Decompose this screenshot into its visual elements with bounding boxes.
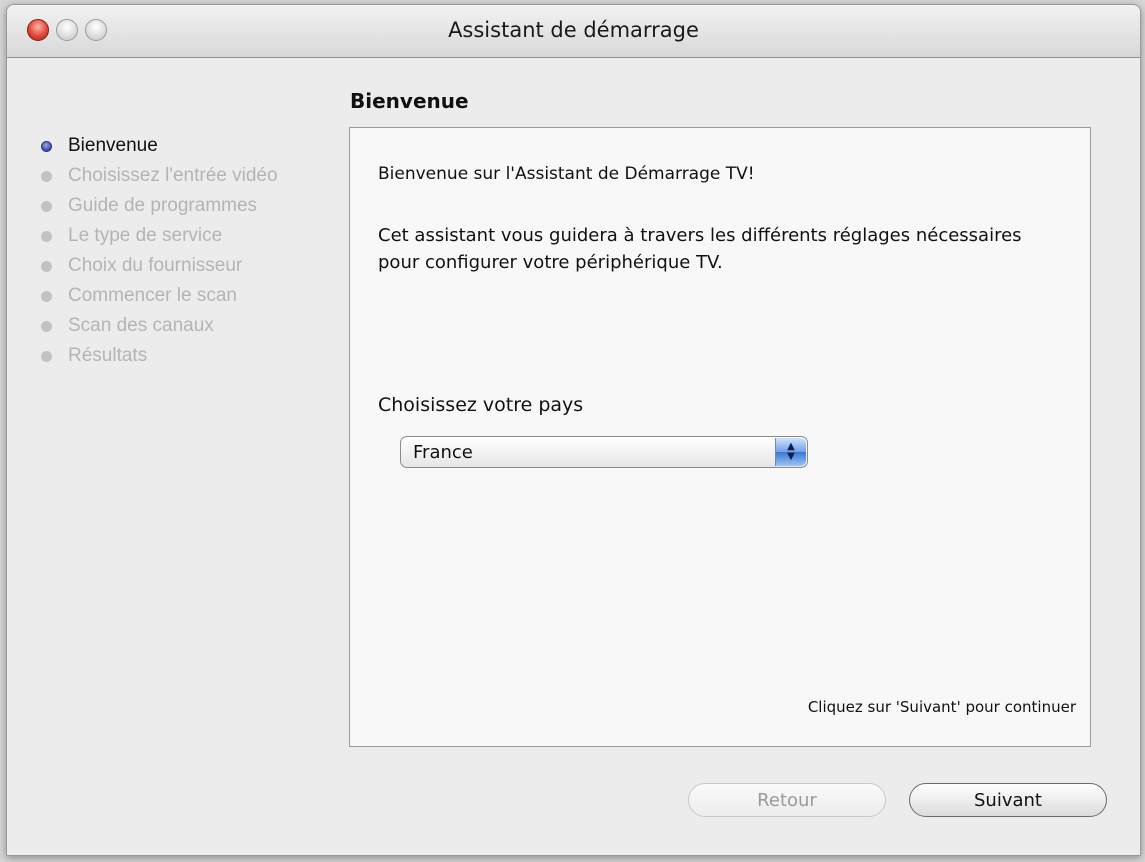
step-dot-icon — [41, 350, 52, 362]
page-title: Bienvenue — [350, 89, 469, 113]
step-dot-icon — [41, 320, 52, 332]
step-label: Scan des canaux — [68, 315, 214, 336]
continue-hint: Cliquez sur 'Suivant' pour continuer — [807, 698, 1076, 716]
step-label: Choix du fournisseur — [68, 255, 243, 276]
country-select-value: France — [413, 442, 473, 463]
country-label: Choisissez votre pays — [378, 394, 584, 416]
title-bar: Assistant de démarrage — [7, 5, 1140, 58]
step-type-service: Le type de service — [41, 221, 278, 251]
step-label: Commencer le scan — [68, 285, 237, 306]
arrow-down-icon: ▼ — [787, 451, 795, 462]
step-dot-icon — [41, 290, 52, 302]
country-select[interactable]: France ▲ ▼ — [400, 436, 808, 468]
steps-sidebar: Bienvenue Choisissez l'entrée vidéo Guid… — [41, 131, 278, 371]
step-dot-icon — [41, 260, 52, 272]
step-choix-fournisseur: Choix du fournisseur — [41, 251, 278, 281]
step-resultats: Résultats — [41, 341, 278, 371]
step-label: Bienvenue — [68, 135, 158, 156]
step-active-dot-icon — [41, 140, 52, 152]
next-button[interactable]: Suivant — [909, 783, 1107, 817]
step-label: Résultats — [68, 345, 148, 366]
step-label: Guide de programmes — [68, 195, 258, 216]
step-entree-video: Choisissez l'entrée vidéo — [41, 161, 278, 191]
window-title: Assistant de démarrage — [448, 18, 699, 42]
content-panel: Bienvenue sur l'Assistant de Démarrage T… — [349, 127, 1091, 747]
step-dot-icon — [41, 200, 52, 212]
step-commencer-scan: Commencer le scan — [41, 281, 278, 311]
select-arrows-icon[interactable]: ▲ ▼ — [775, 438, 806, 466]
step-guide-programmes: Guide de programmes — [41, 191, 278, 221]
step-label: Le type de service — [68, 225, 223, 246]
step-bienvenue: Bienvenue — [41, 131, 278, 161]
welcome-text: Bienvenue sur l'Assistant de Démarrage T… — [378, 164, 755, 184]
step-dot-icon — [41, 230, 52, 242]
back-button[interactable]: Retour — [688, 783, 886, 817]
step-scan-canaux: Scan des canaux — [41, 311, 278, 341]
assistant-window: Assistant de démarrage Bienvenue Choisis… — [6, 4, 1141, 856]
step-label: Choisissez l'entrée vidéo — [68, 165, 278, 186]
step-dot-icon — [41, 170, 52, 182]
description-text: Cet assistant vous guidera à travers les… — [378, 225, 1022, 273]
